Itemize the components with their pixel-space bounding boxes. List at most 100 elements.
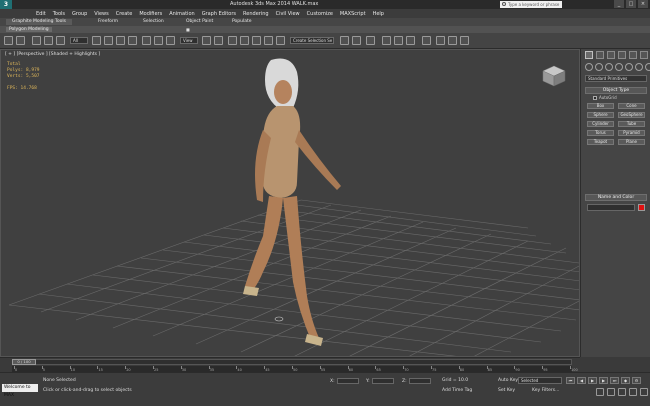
- menu-maxscript[interactable]: MAXScript: [340, 11, 366, 17]
- x-field[interactable]: [336, 378, 359, 384]
- sphere-button[interactable]: Sphere: [587, 112, 614, 118]
- schematic-view-icon[interactable]: [406, 36, 415, 45]
- tab-populate[interactable]: Populate: [232, 19, 252, 24]
- menu-civil-view[interactable]: Civil View: [276, 11, 300, 17]
- autogrid-check[interactable]: [593, 95, 597, 100]
- object-color-swatch[interactable]: [638, 204, 645, 211]
- viewport-label[interactable]: [ + ] [Perspective ] [Shaded + Highlight…: [5, 52, 100, 57]
- render-teapot-icon[interactable]: [460, 36, 469, 45]
- modify-tab-icon[interactable]: [596, 51, 604, 59]
- bind-space-warp-icon[interactable]: [56, 36, 65, 45]
- menu-animation[interactable]: Animation: [169, 11, 195, 17]
- key-mode-dropdown[interactable]: Selected: [518, 377, 562, 384]
- angle-snap-icon[interactable]: [252, 36, 261, 45]
- mirror-icon[interactable]: [340, 36, 349, 45]
- torus-button[interactable]: Torus: [587, 130, 614, 136]
- menu-group[interactable]: Group: [72, 11, 87, 17]
- keyboard-shortcut-icon[interactable]: [228, 36, 237, 45]
- maxscript-listener[interactable]: Welcome to MAX: [2, 384, 38, 398]
- object-type-rollout[interactable]: Object Type: [585, 87, 647, 94]
- pan-icon[interactable]: [618, 388, 626, 396]
- time-config-icon[interactable]: ⚙: [632, 377, 641, 384]
- percent-snap-icon[interactable]: [264, 36, 273, 45]
- menu-graph-editors[interactable]: Graph Editors: [202, 11, 236, 17]
- app-logo-icon[interactable]: 3: [0, 0, 12, 9]
- motion-tab-icon[interactable]: [618, 51, 626, 59]
- manipulate-icon[interactable]: [214, 36, 223, 45]
- rendered-frame-icon[interactable]: [448, 36, 457, 45]
- move-icon[interactable]: [142, 36, 151, 45]
- layer-manager-icon[interactable]: [366, 36, 375, 45]
- object-name-field[interactable]: [587, 204, 635, 211]
- close-button[interactable]: ×: [638, 0, 648, 8]
- graphite-toggle-icon[interactable]: [382, 36, 391, 45]
- pyramid-button[interactable]: Pyramid: [618, 130, 645, 136]
- helpers-icon[interactable]: [625, 63, 633, 71]
- set-key-button[interactable]: Set Key: [498, 388, 515, 393]
- spinner-snap-icon[interactable]: [276, 36, 285, 45]
- lights-icon[interactable]: [605, 63, 613, 71]
- selection-filter-dropdown[interactable]: All: [70, 37, 88, 44]
- undo-icon[interactable]: [4, 36, 13, 45]
- tab-object-paint[interactable]: Object Paint: [186, 19, 213, 24]
- geometry-icon[interactable]: [585, 63, 593, 71]
- menu-tools[interactable]: Tools: [53, 11, 65, 17]
- name-and-color-rollout[interactable]: Name and Color: [585, 194, 647, 201]
- hierarchy-tab-icon[interactable]: [607, 51, 615, 59]
- systems-icon[interactable]: [645, 63, 650, 71]
- curve-editor-icon[interactable]: [394, 36, 403, 45]
- menu-help[interactable]: Help: [373, 11, 384, 17]
- redo-icon[interactable]: [16, 36, 25, 45]
- polygon-modeling-label[interactable]: Polygon Modeling: [6, 27, 52, 32]
- search-input[interactable]: Type a keyword or phrase: [500, 1, 562, 8]
- z-field[interactable]: [408, 378, 431, 384]
- shapes-icon[interactable]: [595, 63, 603, 71]
- utilities-tab-icon[interactable]: [640, 51, 648, 59]
- scale-icon[interactable]: [166, 36, 175, 45]
- time-slider-thumb[interactable]: 0 / 100: [12, 359, 36, 365]
- cylinder-button[interactable]: Cylinder: [587, 121, 614, 127]
- unlink-icon[interactable]: [44, 36, 53, 45]
- viewcube-icon[interactable]: [541, 64, 567, 88]
- go-to-start-icon[interactable]: ⏮: [566, 377, 575, 384]
- display-tab-icon[interactable]: [629, 51, 637, 59]
- autogrid-checkbox[interactable]: AutoGrid: [593, 95, 617, 100]
- menu-create[interactable]: Create: [116, 11, 133, 17]
- space-warps-icon[interactable]: [635, 63, 643, 71]
- material-editor-icon[interactable]: [422, 36, 431, 45]
- category-dropdown[interactable]: Standard Primitives: [585, 75, 647, 82]
- rect-selection-icon[interactable]: [116, 36, 125, 45]
- go-to-end-icon[interactable]: ⏭: [610, 377, 619, 384]
- menu-views[interactable]: Views: [94, 11, 108, 17]
- play-icon[interactable]: ▶: [588, 377, 597, 384]
- key-filters-button[interactable]: Key Filters...: [532, 388, 559, 393]
- ribbon-minimize-icon[interactable]: ■: [186, 27, 190, 32]
- tab-freeform[interactable]: Freeform: [98, 19, 118, 24]
- select-by-name-icon[interactable]: [104, 36, 113, 45]
- tab-selection[interactable]: Selection: [143, 19, 164, 24]
- menu-customize[interactable]: Customize: [307, 11, 333, 17]
- y-field[interactable]: [371, 378, 394, 384]
- maximize-button[interactable]: □: [626, 0, 636, 8]
- tab-graphite-modeling[interactable]: Graphite Modeling Tools: [6, 19, 73, 25]
- named-selection-dropdown[interactable]: Create Selection Se: [290, 37, 334, 44]
- cameras-icon[interactable]: [615, 63, 623, 71]
- select-object-icon[interactable]: [92, 36, 101, 45]
- cone-button[interactable]: Cone: [618, 103, 645, 109]
- geosphere-button[interactable]: GeoSphere: [618, 112, 645, 118]
- tube-button[interactable]: Tube: [618, 121, 645, 127]
- menu-edit[interactable]: Edit: [36, 11, 46, 17]
- link-icon[interactable]: [32, 36, 41, 45]
- add-time-tag[interactable]: Add Time Tag: [442, 388, 472, 393]
- auto-key-button[interactable]: Auto Key: [498, 378, 518, 383]
- maximize-viewport-icon[interactable]: [640, 388, 648, 396]
- pivot-center-icon[interactable]: [202, 36, 211, 45]
- plane-button[interactable]: Plane: [618, 139, 645, 145]
- next-frame-icon[interactable]: ▶: [599, 377, 608, 384]
- zoom-all-icon[interactable]: [607, 388, 615, 396]
- prev-frame-icon[interactable]: ◀: [577, 377, 586, 384]
- perspective-viewport[interactable]: [ + ] [Perspective ] [Shaded + Highlight…: [0, 49, 580, 357]
- key-mode-icon[interactable]: ◆: [621, 377, 630, 384]
- rotate-icon[interactable]: [154, 36, 163, 45]
- window-crossing-icon[interactable]: [128, 36, 137, 45]
